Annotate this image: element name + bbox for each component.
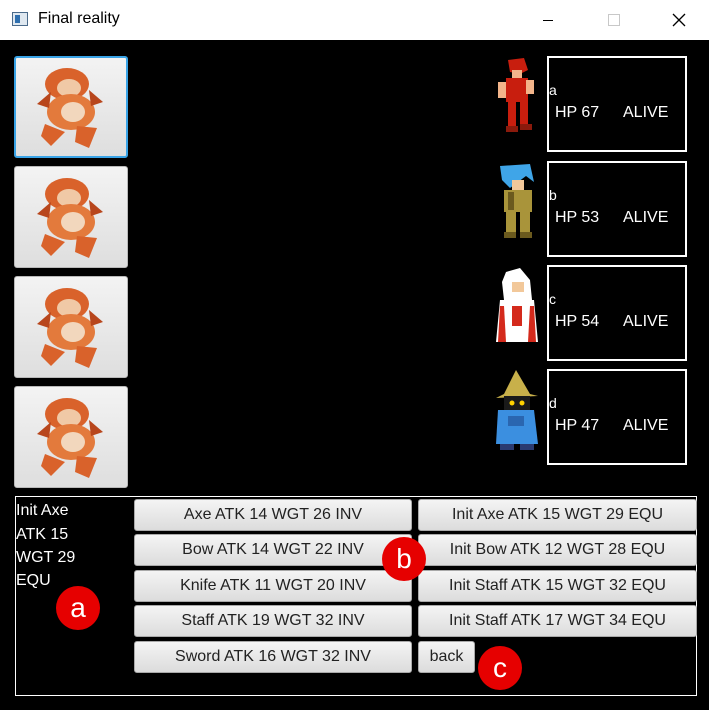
enemy-button-3[interactable] — [14, 276, 128, 378]
equipped-item-button[interactable]: Init Bow ATK 12 WGT 28 EQU — [418, 534, 697, 566]
thief-sprite-icon — [500, 164, 534, 238]
hero-hp: HP 47 — [555, 417, 600, 434]
enemy-sprite-icon — [37, 288, 103, 368]
game-area: a HP 67 ALIVE b HP 53 ALIVE c HP 54 ALIV… — [0, 40, 709, 710]
hero-card-b[interactable]: b HP 53 ALIVE — [547, 161, 687, 257]
hero-card-d[interactable]: d HP 47 ALIVE — [547, 369, 687, 465]
back-button[interactable]: back — [418, 641, 475, 673]
hero-hp: HP 53 — [555, 209, 600, 226]
black-mage-sprite-icon — [496, 370, 538, 450]
hero-status: ALIVE — [623, 209, 669, 226]
equipped-item-button[interactable]: Init Axe ATK 15 WGT 29 EQU — [418, 499, 697, 531]
enemy-sprite-icon — [37, 178, 103, 258]
inventory-item-button[interactable]: Axe ATK 14 WGT 26 INV — [134, 499, 412, 531]
hero-name: c — [549, 291, 556, 307]
app-icon — [12, 12, 28, 26]
hero-status: ALIVE — [623, 313, 669, 330]
hero-card-a[interactable]: a HP 67 ALIVE — [547, 56, 687, 152]
hero-status: ALIVE — [623, 104, 669, 121]
equipped-item-button[interactable]: Init Staff ATK 15 WGT 32 EQU — [418, 570, 697, 602]
marker-b: b — [382, 537, 426, 581]
hero-name: b — [549, 187, 557, 203]
enemy-sprite-icon — [37, 68, 103, 148]
minimize-icon[interactable] — [525, 0, 571, 40]
weapon-atk: ATK 15 — [16, 526, 69, 543]
white-mage-sprite-icon — [496, 268, 538, 342]
equipped-item-button[interactable]: Init Staff ATK 17 WGT 34 EQU — [418, 605, 697, 637]
hero-hp: HP 67 — [555, 104, 600, 121]
enemy-button-2[interactable] — [14, 166, 128, 268]
maximize-icon[interactable] — [591, 0, 637, 40]
marker-c: c — [478, 646, 522, 690]
inventory-item-button[interactable]: Bow ATK 14 WGT 22 INV — [134, 534, 412, 566]
inventory-item-button[interactable]: Staff ATK 19 WGT 32 INV — [134, 605, 412, 637]
hero-card-c[interactable]: c HP 54 ALIVE — [547, 265, 687, 361]
inventory-item-button[interactable]: Sword ATK 16 WGT 32 INV — [134, 641, 412, 673]
enemy-button-1[interactable] — [14, 56, 128, 158]
hero-status: ALIVE — [623, 417, 669, 434]
inventory-item-button[interactable]: Knife ATK 11 WGT 20 INV — [134, 570, 412, 602]
hero-name: d — [549, 395, 557, 411]
close-icon[interactable] — [656, 0, 702, 40]
hero-name: a — [549, 82, 557, 98]
weapon-name: Init Axe — [16, 502, 69, 519]
weapon-wgt: WGT 29 — [16, 549, 76, 566]
window-title: Final reality — [38, 10, 120, 27]
weapon-state: EQU — [16, 572, 51, 589]
hero-hp: HP 54 — [555, 313, 600, 330]
fighter-sprite-icon — [498, 58, 534, 132]
enemy-button-4[interactable] — [14, 386, 128, 488]
title-bar: Final reality — [0, 0, 709, 40]
enemy-sprite-icon — [37, 398, 103, 478]
marker-a: a — [56, 586, 100, 630]
